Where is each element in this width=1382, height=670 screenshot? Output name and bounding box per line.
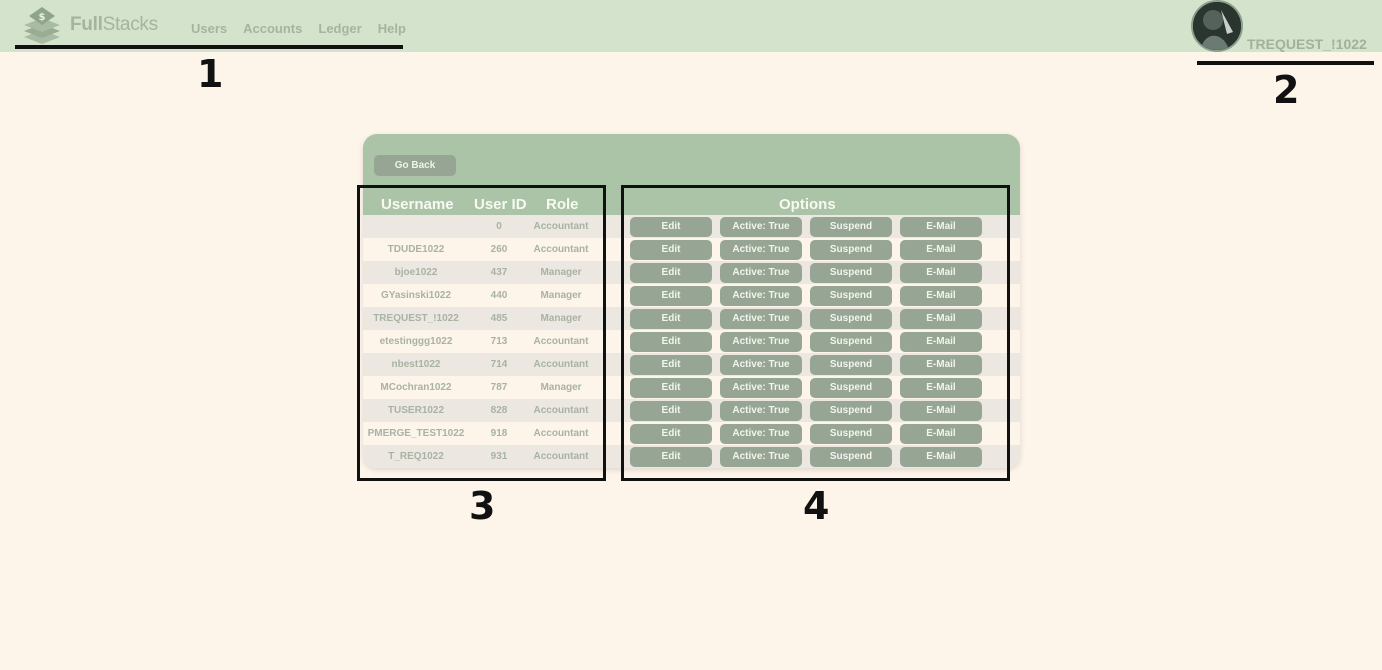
nav-users-link[interactable]: Users: [191, 21, 227, 36]
annotation-label-2: 2: [1273, 68, 1300, 112]
annotation-underline-nav: [15, 45, 403, 49]
annotation-box-user-columns: [357, 185, 606, 481]
avatar-photo-icon: [1193, 2, 1241, 50]
annotation-underline-user: [1197, 61, 1374, 65]
main-nav: Users Accounts Ledger Help: [191, 21, 406, 36]
nav-accounts-link[interactable]: Accounts: [243, 21, 302, 36]
avatar[interactable]: [1191, 0, 1243, 52]
current-username[interactable]: TREQUEST_!1022: [1247, 36, 1367, 52]
nav-ledger-link[interactable]: Ledger: [318, 21, 361, 36]
annotation-box-options: [621, 185, 1010, 481]
logo-icon[interactable]: $: [22, 4, 62, 46]
go-back-button[interactable]: Go Back: [374, 155, 456, 176]
brand-name[interactable]: FullStacks: [70, 14, 158, 36]
annotation-label-3: 3: [469, 484, 496, 528]
svg-text:$: $: [39, 12, 46, 23]
annotation-label-1: 1: [197, 52, 224, 96]
annotation-label-4: 4: [803, 484, 830, 528]
nav-help-link[interactable]: Help: [378, 21, 406, 36]
